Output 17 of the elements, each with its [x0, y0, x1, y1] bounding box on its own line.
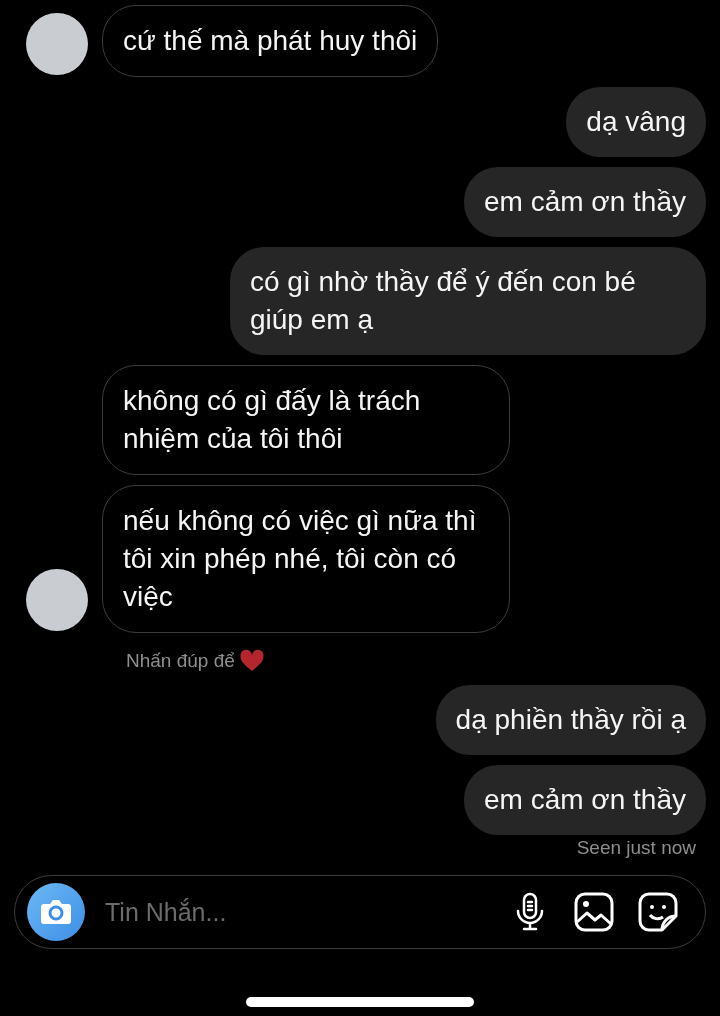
message-bubble: không có gì đấy là trách nhiệm của tôi thôi — [102, 365, 510, 475]
camera-icon — [40, 898, 72, 926]
message-bubble: cứ thế mà phát huy thôi — [102, 5, 439, 77]
message-bubble: nếu không có việc gì nữa thì tôi xin phép nhé, tôi còn có việc — [102, 485, 510, 633]
message-bubble: dạ vâng — [566, 87, 706, 157]
message-input[interactable]: Tin Nhắn... — [103, 896, 489, 928]
message-bubble: em cảm ơn thầy — [464, 167, 706, 237]
microphone-icon — [515, 892, 545, 932]
seen-status: Seen just now — [576, 837, 696, 859]
double-tap-hint: Nhấn đúp để — [126, 649, 235, 672]
message-bubble: dạ phiền thầy rồi ạ — [435, 685, 706, 755]
message-bubble: em cảm ơn thầy — [464, 765, 706, 835]
heart-icon — [238, 649, 265, 672]
sticker-icon — [638, 892, 678, 932]
message-bubble: có gì nhờ thầy để ý đến con bé giúp em ạ — [230, 247, 706, 355]
image-icon — [574, 892, 614, 932]
camera-button[interactable] — [27, 883, 85, 941]
